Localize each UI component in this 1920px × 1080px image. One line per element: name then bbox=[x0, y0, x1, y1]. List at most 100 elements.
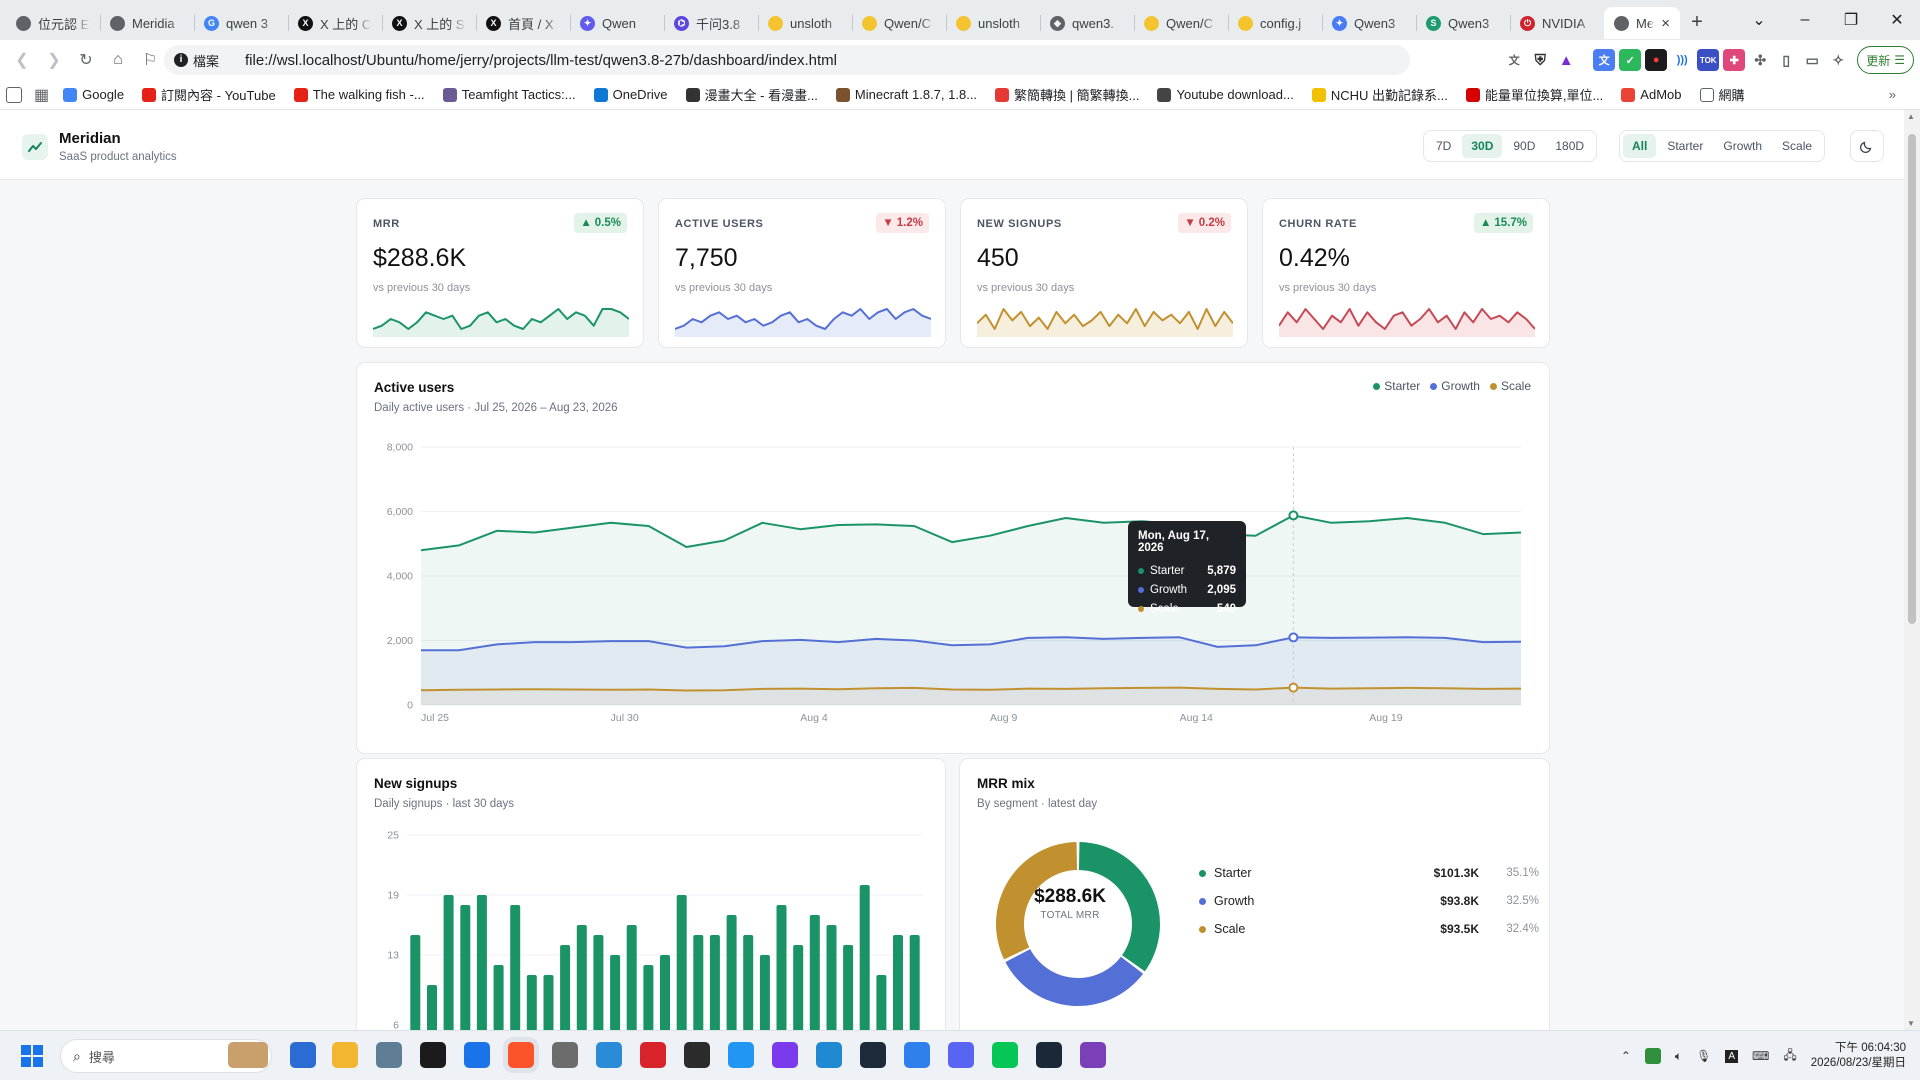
voice-extension-icon[interactable]: ))) bbox=[1671, 49, 1694, 71]
browser-tab[interactable]: Qwen/C bbox=[852, 7, 946, 39]
scroll-up-icon[interactable]: ▲ bbox=[1907, 112, 1915, 121]
scroll-down-icon[interactable]: ▼ bbox=[1907, 1019, 1915, 1028]
taskbar-photo-app-icon[interactable] bbox=[596, 1042, 622, 1068]
new-tab-button[interactable]: + bbox=[1680, 11, 1714, 34]
leo-ai-icon[interactable]: ✧ bbox=[1827, 49, 1850, 71]
taskbar-document-icon[interactable] bbox=[464, 1042, 490, 1068]
rewards-icon[interactable]: ▲ bbox=[1555, 49, 1578, 71]
more-bookmarks-icon[interactable]: » bbox=[1889, 87, 1896, 102]
tray-app-icon[interactable] bbox=[1644, 1048, 1661, 1064]
browser-tab[interactable]: ⏻ NVIDIA bbox=[1510, 7, 1604, 39]
minimize-button[interactable]: – bbox=[1782, 11, 1828, 29]
bookmark-item[interactable]: NCHU 出勤記錄系... bbox=[1311, 85, 1448, 104]
bookmark-item[interactable]: Teamfight Tactics:... bbox=[442, 87, 576, 102]
shield-extension-icon[interactable]: ✓ bbox=[1619, 49, 1642, 71]
speaker-icon[interactable]: 🔈︎ bbox=[1675, 1049, 1682, 1064]
close-window-button[interactable]: ✕ bbox=[1874, 10, 1920, 30]
tool-extension-icon[interactable]: TOK bbox=[1697, 49, 1720, 71]
browser-tab[interactable]: X 首頁 / X bbox=[476, 7, 570, 39]
tab-groups-icon[interactable] bbox=[6, 86, 22, 103]
taskbar-obs-icon[interactable] bbox=[772, 1042, 798, 1068]
bookmark-item[interactable]: 能量單位換算,單位... bbox=[1465, 85, 1603, 104]
close-tab-icon[interactable]: × bbox=[1661, 15, 1670, 32]
browser-tab[interactable]: X X 上的 C bbox=[288, 7, 382, 39]
sidebar-icon[interactable]: ▯ bbox=[1775, 49, 1798, 71]
bookmark-item[interactable]: OneDrive bbox=[593, 87, 668, 102]
browser-tab[interactable]: config.j bbox=[1228, 7, 1322, 39]
site-info-icon[interactable]: i bbox=[174, 53, 188, 67]
taskbar-chat-app-icon[interactable] bbox=[728, 1042, 754, 1068]
page-scrollbar[interactable]: ▲ ▼ bbox=[1904, 110, 1920, 1030]
wallet-icon[interactable]: ▭ bbox=[1801, 49, 1824, 71]
range-option-7d[interactable]: 7D bbox=[1427, 134, 1460, 158]
scrollbar-thumb[interactable] bbox=[1908, 134, 1916, 624]
translate-icon[interactable]: 文 bbox=[1503, 49, 1526, 71]
network-icon[interactable]: 🖧︎ bbox=[1783, 1046, 1796, 1067]
browser-tab[interactable]: 位元認 E bbox=[6, 7, 100, 39]
bookmark-item[interactable]: The walking fish -... bbox=[293, 87, 425, 102]
address-bar[interactable]: i 檔案 file://wsl.localhost/Ubuntu/home/je… bbox=[164, 45, 1410, 75]
tab-search-icon[interactable]: ⌄ bbox=[1736, 10, 1782, 30]
tray-overflow-icon[interactable]: ⌃ bbox=[1621, 1049, 1631, 1063]
taskbar-widget-icon[interactable] bbox=[228, 1042, 268, 1068]
keyboard-icon[interactable]: ⌨ bbox=[1752, 1049, 1769, 1063]
new-signups-chart[interactable]: 6 13 19 25 bbox=[357, 759, 947, 1030]
extensions-puzzle-icon[interactable]: ✣ bbox=[1749, 49, 1772, 71]
taskbar-red-app-icon[interactable] bbox=[640, 1042, 666, 1068]
maximize-button[interactable]: ❐ bbox=[1828, 10, 1874, 30]
browser-tab[interactable]: Me × bbox=[1604, 7, 1680, 39]
taskbar-calculator-icon[interactable] bbox=[376, 1042, 402, 1068]
browser-tab[interactable]: unsloth bbox=[758, 7, 852, 39]
bookmark-item[interactable]: Youtube download... bbox=[1157, 87, 1294, 102]
update-button[interactable]: 更新 ☰ bbox=[1857, 46, 1914, 74]
microphone-icon[interactable]: 🎙︎ bbox=[1696, 1049, 1711, 1063]
taskbar-app-icon[interactable] bbox=[552, 1042, 578, 1068]
taskbar-discord-icon[interactable] bbox=[948, 1042, 974, 1068]
bookmark-button[interactable]: ⚐ bbox=[136, 50, 164, 70]
bookmark-item[interactable]: 繁簡轉換 | 簡繁轉換... bbox=[995, 85, 1139, 104]
taskbar-store-icon[interactable] bbox=[290, 1042, 316, 1068]
url-text[interactable]: file://wsl.localhost/Ubuntu/home/jerry/p… bbox=[245, 52, 837, 69]
browser-tab[interactable]: ✦ Qwen3 bbox=[1322, 7, 1416, 39]
windows-start-icon[interactable] bbox=[20, 1044, 44, 1068]
browser-tab[interactable]: ⌬ 千问3.8 bbox=[664, 7, 758, 39]
browser-tab[interactable]: unsloth bbox=[946, 7, 1040, 39]
browser-tab[interactable]: ◈ qwen3. bbox=[1040, 7, 1134, 39]
segment-option-all[interactable]: All bbox=[1623, 134, 1657, 158]
taskbar-app-icon[interactable] bbox=[904, 1042, 930, 1068]
active-users-chart[interactable]: 0 2,000 4,000 6,000 8,000 Jul 25 Jul 30 Aug 4 Au… bbox=[357, 363, 1551, 755]
mrr-donut-chart[interactable] bbox=[978, 824, 1178, 1024]
taskbar-steam-icon[interactable] bbox=[1036, 1042, 1062, 1068]
range-option-30d[interactable]: 30D bbox=[1462, 134, 1503, 158]
reload-button[interactable]: ↻ bbox=[72, 50, 100, 70]
home-button[interactable]: ⌂ bbox=[104, 51, 132, 69]
back-button[interactable]: ❮ bbox=[8, 50, 36, 70]
pink-extension-icon[interactable]: ✚ bbox=[1723, 49, 1746, 71]
bookmark-item[interactable]: Google bbox=[63, 87, 124, 102]
browser-tab[interactable]: Qwen/C bbox=[1134, 7, 1228, 39]
taskbar-autocad-icon[interactable] bbox=[860, 1042, 886, 1068]
browser-tab[interactable]: S Qwen3 bbox=[1416, 7, 1510, 39]
range-option-90d[interactable]: 90D bbox=[1504, 134, 1544, 158]
taskbar-clock[interactable]: 下午 06:04:30 2026/08/23/星期日 bbox=[1811, 1041, 1906, 1071]
bookmark-item[interactable]: 訂閱內容 - YouTube bbox=[142, 85, 276, 104]
bookmark-item[interactable]: 網購 bbox=[1699, 85, 1745, 104]
apps-grid-icon[interactable]: ▦ bbox=[34, 85, 49, 105]
browser-tab[interactable]: ✦ Qwen bbox=[570, 7, 664, 39]
segment-option-scale[interactable]: Scale bbox=[1773, 134, 1821, 158]
taskbar-terminal-icon[interactable] bbox=[420, 1042, 446, 1068]
input-method-icon[interactable]: A bbox=[1725, 1049, 1739, 1063]
brave-shield-icon[interactable]: ⛨ bbox=[1529, 49, 1552, 71]
dark-mode-toggle[interactable] bbox=[1850, 130, 1884, 162]
taskbar-line-icon[interactable] bbox=[992, 1042, 1018, 1068]
taskbar-headset-icon[interactable] bbox=[1080, 1042, 1106, 1068]
translator-extension-icon[interactable]: 文 bbox=[1593, 49, 1616, 71]
segment-option-starter[interactable]: Starter bbox=[1658, 134, 1712, 158]
browser-tab[interactable]: Gqwen 3 bbox=[194, 7, 288, 39]
browser-tab[interactable]: X X 上的 S bbox=[382, 7, 476, 39]
range-option-180d[interactable]: 180D bbox=[1546, 134, 1593, 158]
bookmark-item[interactable]: 漫畫大全 - 看漫畫... bbox=[685, 85, 818, 104]
taskbar-file-explorer-icon[interactable] bbox=[332, 1042, 358, 1068]
taskbar-vscode-icon[interactable] bbox=[816, 1042, 842, 1068]
taskbar-brave-browser-icon[interactable] bbox=[508, 1042, 534, 1068]
